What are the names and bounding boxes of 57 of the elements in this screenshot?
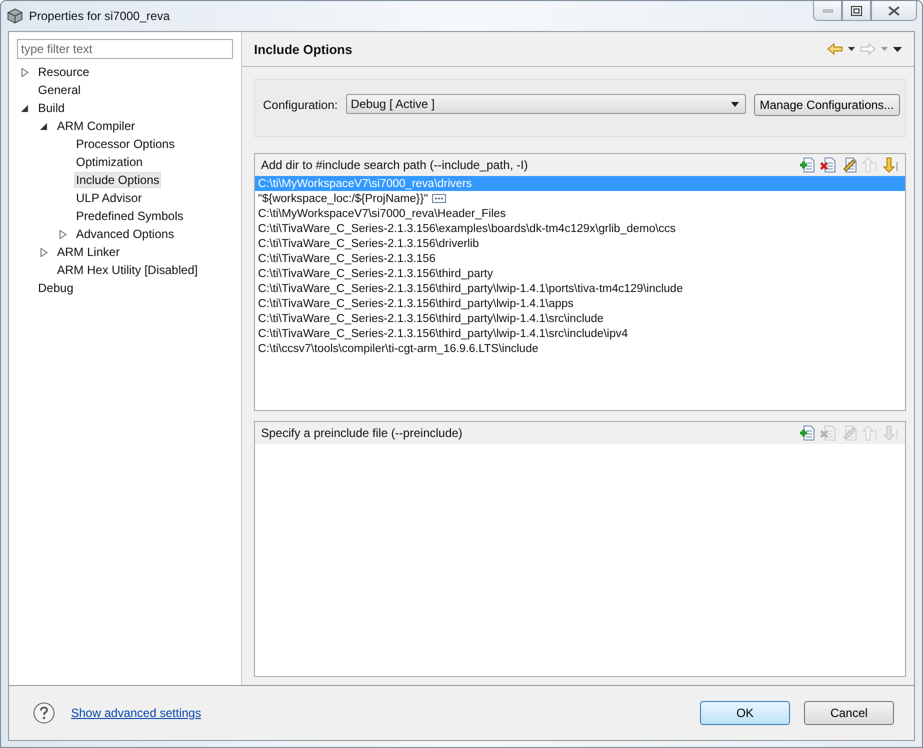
tree-item[interactable]: General xyxy=(36,82,83,98)
expand-icon[interactable] xyxy=(59,230,68,238)
cancel-button[interactable]: Cancel xyxy=(804,701,894,725)
tree-item[interactable]: Processor Options xyxy=(74,136,177,152)
back-arrow-icon[interactable] xyxy=(827,43,843,55)
filter-field[interactable]: type filter text xyxy=(17,39,233,59)
include-path-item[interactable]: "${workspace_loc:/${ProjName}}" xyxy=(255,191,905,206)
edit-icon[interactable] xyxy=(841,157,857,173)
manage-configurations-button[interactable]: Manage Configurations... xyxy=(754,94,900,116)
show-advanced-settings-link[interactable]: Show advanced settings xyxy=(71,706,202,720)
include-path-item[interactable]: C:\ti\MyWorkspaceV7\si7000_reva\Header_Files xyxy=(255,206,905,221)
ellipsis-icon[interactable] xyxy=(432,194,446,203)
include-path-item[interactable]: C:\ti\TivaWare_C_Series-2.1.3.156\third_party\lwip-1.4.1\src\include\ipv4 xyxy=(255,326,905,341)
tree-item[interactable]: Predefined Symbols xyxy=(74,208,186,224)
tree-item[interactable]: ARM Hex Utility [Disabled] xyxy=(55,262,200,278)
tree-item[interactable]: Debug xyxy=(36,280,76,296)
tree-item[interactable]: Resource xyxy=(36,64,92,80)
maximize-button[interactable] xyxy=(842,1,871,21)
list-title: Add dir to #include search path (--include_path, -I) xyxy=(261,158,528,172)
view-menu-icon[interactable] xyxy=(893,46,902,52)
include-path-item[interactable]: C:\ti\TivaWare_C_Series-2.1.3.156\driverlib xyxy=(255,236,905,251)
close-icon xyxy=(888,6,900,16)
tree-item[interactable]: Optimization xyxy=(74,154,145,170)
tree-item[interactable]: Include Options xyxy=(74,172,162,188)
dropdown-caret-icon[interactable] xyxy=(848,47,855,51)
page-title: Include Options xyxy=(254,42,352,56)
maximize-icon xyxy=(851,6,862,16)
include-path-item[interactable]: C:\ti\TivaWare_C_Series-2.1.3.156\examples\boards\dk-tm4c129x\grlib_demo\ccs xyxy=(255,221,905,236)
tree-item[interactable]: Build xyxy=(36,100,67,116)
include-path-item[interactable]: C:\ti\TivaWare_C_Series-2.1.3.156 xyxy=(255,251,905,266)
minimize-icon xyxy=(822,8,832,12)
ok-button[interactable]: OK xyxy=(700,701,790,725)
tree-item[interactable]: ULP Advisor xyxy=(74,190,144,206)
caret-icon xyxy=(730,102,739,106)
help-icon[interactable] xyxy=(33,702,55,724)
include-path-item[interactable]: C:\ti\TivaWare_C_Series-2.1.3.156\third_party\lwip-1.4.1\apps xyxy=(255,296,905,311)
include-path-item[interactable]: C:\ti\TivaWare_C_Series-2.1.3.156\third_party\lwip-1.4.1\ports\tiva-tm4c129\include xyxy=(255,281,905,296)
tree-item[interactable]: Advanced Options xyxy=(74,226,176,242)
add-icon[interactable] xyxy=(799,157,815,173)
cube-icon xyxy=(7,8,23,24)
expand-icon[interactable] xyxy=(21,68,30,76)
include-path-item[interactable]: C:\ti\TivaWare_C_Series-2.1.3.156\third_party\lwip-1.4.1\src\include xyxy=(255,311,905,326)
close-button[interactable] xyxy=(871,1,917,21)
list-title: Specify a preinclude file (--preinclude) xyxy=(261,426,462,440)
include-path-item[interactable]: C:\ti\ccsv7\tools\compiler\ti-cgt-arm_16.9.6.LTS\include xyxy=(255,341,905,356)
down-icon[interactable] xyxy=(883,157,899,173)
delete-icon[interactable] xyxy=(820,157,836,173)
expand-icon[interactable] xyxy=(40,248,49,256)
configuration-dropdown[interactable]: Debug [ Active ] xyxy=(346,94,746,114)
configuration-label: Configuration: xyxy=(263,98,338,112)
collapse-icon[interactable] xyxy=(40,122,49,130)
collapse-icon[interactable] xyxy=(21,104,30,112)
tree-item[interactable]: ARM Compiler xyxy=(55,118,138,134)
include-path-item[interactable]: C:\ti\TivaWare_C_Series-2.1.3.156\third_party xyxy=(255,266,905,281)
add-icon[interactable] xyxy=(799,425,815,441)
window-title: Properties for si7000_reva xyxy=(29,9,170,23)
tree-item[interactable]: ARM Linker xyxy=(55,244,122,260)
